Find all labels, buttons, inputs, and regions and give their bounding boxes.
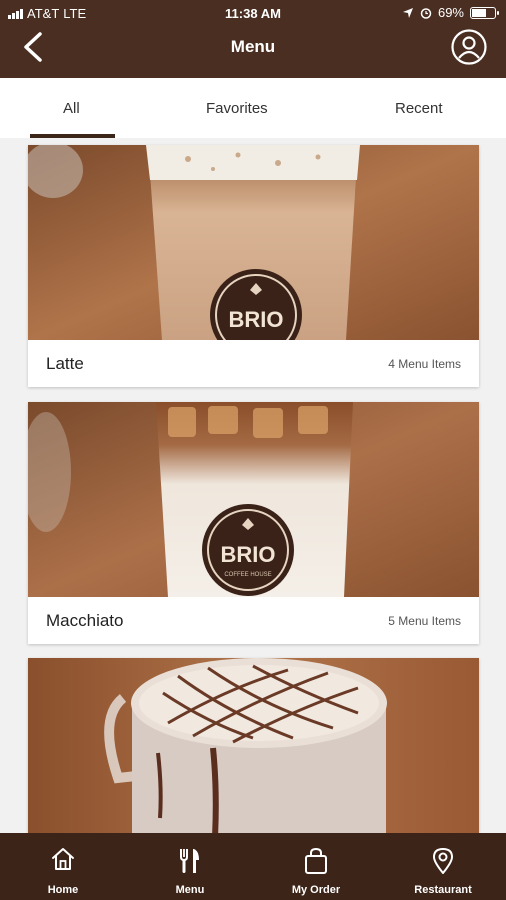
category-name: Macchiato xyxy=(46,611,124,630)
location-arrow-icon xyxy=(402,7,413,18)
category-card-macchiato[interactable]: BRIO COFFEE HOUSE Macchiato 5 Menu Items xyxy=(28,402,479,644)
utensils-icon xyxy=(180,849,199,873)
tab-recent[interactable]: Recent xyxy=(395,100,443,117)
latte-info: Latte 4 Menu Items xyxy=(28,340,479,387)
menu-tabs: All Favorites Recent xyxy=(0,78,506,139)
macchiato-info: Macchiato 5 Menu Items xyxy=(28,597,479,644)
location-pin-icon xyxy=(433,848,453,874)
mocha-mug-illustration xyxy=(28,658,479,833)
status-right: 69% xyxy=(402,5,499,20)
latte-photo: BRIO xyxy=(28,145,479,340)
macchiato-photo: BRIO COFFEE HOUSE xyxy=(28,402,479,597)
category-item-count: 5 Menu Items xyxy=(388,614,461,628)
account-icon[interactable] xyxy=(450,28,488,66)
tab-favorites[interactable]: Favorites xyxy=(206,100,268,117)
mocha-photo xyxy=(28,658,479,833)
category-card-latte[interactable]: BRIO Latte 4 Menu Items xyxy=(28,145,479,387)
svg-text:COFFEE HOUSE: COFFEE HOUSE xyxy=(224,572,271,578)
bottom-nav: Home Menu My Order Restaurant xyxy=(0,833,506,900)
bag-icon xyxy=(305,847,327,874)
nav-label: My Order xyxy=(291,884,341,896)
category-list[interactable]: BRIO Latte 4 Menu Items BRIO COFFEE HOUS… xyxy=(0,138,506,833)
app-header: Menu xyxy=(0,28,506,78)
alarm-icon xyxy=(420,7,432,19)
nav-label: Menu xyxy=(175,884,205,896)
tab-all[interactable]: All xyxy=(63,100,80,117)
battery-percent: 69% xyxy=(437,5,464,20)
battery-icon xyxy=(470,6,499,19)
svg-text:BRIO: BRIO xyxy=(221,542,276,567)
nav-restaurant[interactable]: Restaurant xyxy=(380,833,506,900)
home-icon xyxy=(52,848,74,870)
latte-cup-illustration: BRIO xyxy=(28,145,479,340)
category-card-mocha[interactable] xyxy=(28,658,479,833)
nav-home[interactable]: Home xyxy=(0,833,126,900)
nav-menu[interactable]: Menu xyxy=(127,833,253,900)
nav-label: Restaurant xyxy=(414,884,472,896)
nav-label: Home xyxy=(47,884,79,896)
nav-my-order[interactable]: My Order xyxy=(253,833,379,900)
macchiato-cup-illustration: BRIO COFFEE HOUSE xyxy=(28,402,479,597)
page-title: Menu xyxy=(230,37,276,56)
category-item-count: 4 Menu Items xyxy=(388,357,461,371)
category-name: Latte xyxy=(46,354,84,373)
status-bar: AT&T LTE 11:38 AM 69% xyxy=(0,0,506,28)
svg-text:BRIO: BRIO xyxy=(229,307,284,332)
